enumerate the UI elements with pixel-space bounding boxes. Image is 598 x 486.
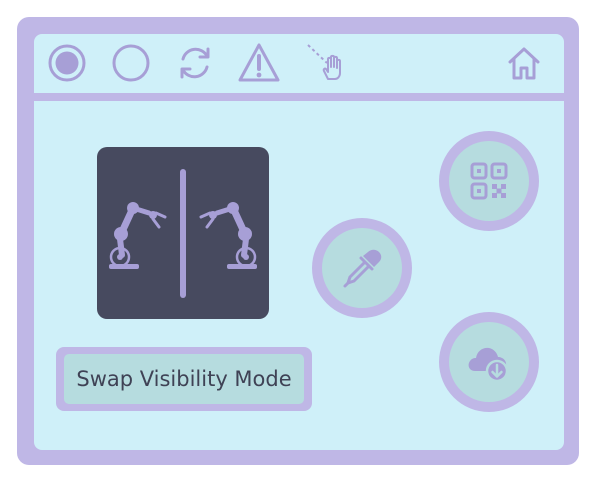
warning-icon: [238, 43, 280, 82]
refresh-icon: [180, 47, 210, 79]
robot-arm-left-icon: [109, 202, 167, 269]
pointer-hand-icon: [307, 44, 341, 80]
camera-view[interactable]: [97, 147, 269, 319]
home-button[interactable]: [500, 39, 548, 87]
eyedropper-icon: [343, 249, 382, 288]
record-empty-icon: [112, 44, 150, 82]
toolbar-divider: [34, 93, 564, 101]
eyedropper-button[interactable]: [312, 218, 412, 318]
swap-visibility-mode-button[interactable]: Swap Visibility Mode: [56, 347, 312, 411]
swap-visibility-mode-label: Swap Visibility Mode: [64, 354, 304, 404]
robot-arm-right-icon: [199, 202, 257, 269]
record-filled-icon: [48, 44, 86, 82]
qr-code-button[interactable]: [439, 131, 539, 231]
home-icon: [508, 47, 540, 80]
cloud-download-button[interactable]: [439, 312, 539, 412]
pointer-hand-button[interactable]: [301, 39, 349, 87]
record-empty-button[interactable]: [107, 39, 155, 87]
qr-code-icon: [470, 162, 508, 200]
record-filled-button[interactable]: [43, 39, 91, 87]
warning-button[interactable]: [235, 39, 283, 87]
camera-view-graphic: [109, 169, 257, 298]
refresh-button[interactable]: [171, 39, 219, 87]
cloud-download-icon: [468, 347, 509, 383]
